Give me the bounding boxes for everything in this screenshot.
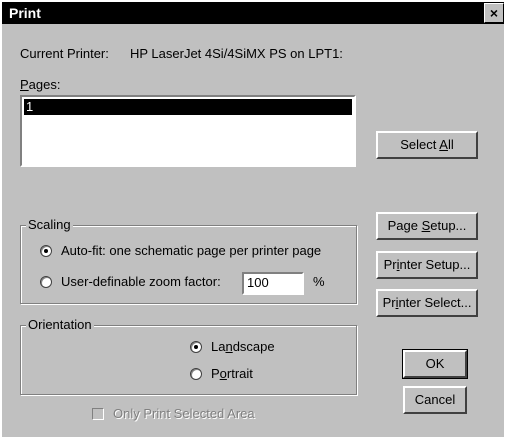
- scaling-group: [20, 225, 357, 304]
- page-setup-button[interactable]: Page Setup...: [376, 212, 478, 240]
- current-printer-value: HP LaserJet 4Si/4SiMX PS on LPT1:: [130, 46, 343, 61]
- user-zoom-radio[interactable]: [40, 276, 52, 288]
- landscape-radio[interactable]: [190, 341, 202, 353]
- current-printer-label: Current Printer:: [20, 46, 109, 61]
- auto-fit-radio[interactable]: [40, 245, 52, 257]
- pages-label: Pages:: [20, 77, 61, 92]
- printer-select-button[interactable]: Printer Select...: [376, 289, 478, 317]
- user-zoom-label: User-definable zoom factor:: [61, 274, 221, 289]
- auto-fit-label: Auto-fit: one schematic page per printer…: [61, 243, 322, 258]
- portrait-radio[interactable]: [190, 368, 202, 380]
- print-dialog: Print × Current Printer: HP LaserJet 4Si…: [2, 2, 504, 437]
- window-title: Print: [9, 5, 41, 21]
- pages-listbox[interactable]: 1: [20, 95, 356, 167]
- portrait-label: Portrait: [211, 366, 253, 381]
- orientation-group: [20, 325, 357, 395]
- printer-setup-button[interactable]: Printer Setup...: [376, 251, 478, 279]
- zoom-unit-label: %: [313, 274, 325, 289]
- close-icon: ×: [489, 5, 499, 21]
- only-selected-label: Only Print Selected Area: [113, 406, 255, 421]
- select-all-button[interactable]: Select All: [376, 131, 478, 159]
- orientation-group-title: Orientation: [26, 317, 94, 332]
- ok-button[interactable]: OK: [402, 349, 468, 379]
- title-bar: Print ×: [2, 2, 504, 24]
- list-item[interactable]: 1: [24, 99, 352, 115]
- close-button[interactable]: ×: [484, 3, 504, 23]
- cancel-button[interactable]: Cancel: [403, 386, 467, 414]
- zoom-factor-input[interactable]: 100: [242, 272, 304, 295]
- scaling-group-title: Scaling: [26, 217, 73, 232]
- landscape-label: Landscape: [211, 339, 275, 354]
- only-selected-checkbox[interactable]: [92, 408, 104, 420]
